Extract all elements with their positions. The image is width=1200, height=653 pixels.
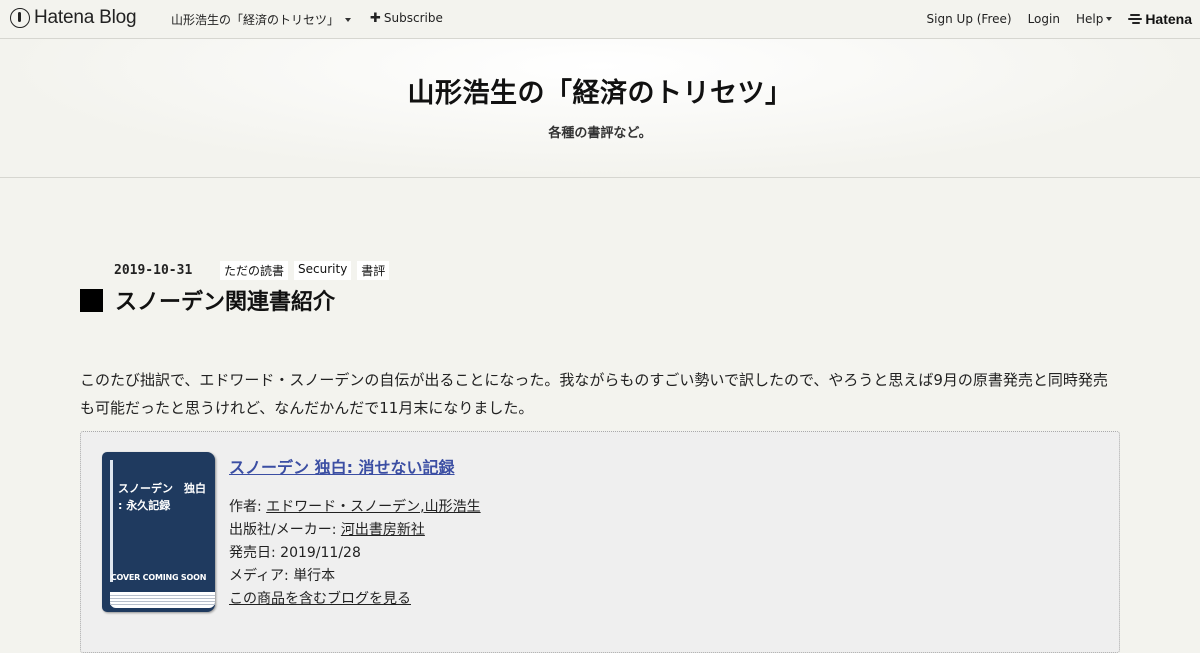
book-cover-title: スノーデン 独白 : 永久記録	[118, 482, 206, 512]
release-date-line: 発売日: 2019/11/28	[229, 542, 481, 565]
media-line: メディア: 単行本	[229, 565, 481, 588]
category-link[interactable]: Security	[294, 261, 352, 280]
blog-header: 山形浩生の「経済のトリセツ」 各種の書評など。	[0, 39, 1200, 178]
help-label: Help	[1075, 12, 1104, 26]
entry-title: スノーデン関連書紹介	[80, 284, 335, 316]
subscribe-button[interactable]: ✚ Subscribe	[370, 11, 443, 25]
author-label: 作者:	[229, 499, 267, 515]
entry-date[interactable]: 2019-10-31	[114, 263, 192, 278]
plus-icon: ✚	[370, 10, 381, 26]
release-label: 発売日:	[229, 545, 281, 561]
entry-body: このたび拙訳で、エドワード・スノーデンの自伝が出ることになった。我ながらものすご…	[80, 371, 1108, 417]
category-link[interactable]: 書評	[357, 261, 390, 280]
product-card: スノーデン 独白 : 永久記録 COVER COMING SOON スノーデン …	[80, 431, 1120, 653]
product-info: スノーデン 独白: 消せない記録 作者: エドワード・スノーデン,山形浩生 出版…	[229, 454, 481, 611]
product-meta: 作者: エドワード・スノーデン,山形浩生 出版社/メーカー: 河出書房新社 発売…	[229, 496, 481, 611]
brand-text: Hatena Blog	[34, 7, 137, 28]
blog-description: 各種の書評など。	[548, 126, 652, 141]
author-line: 作者: エドワード・スノーデン,山形浩生	[229, 496, 481, 519]
hatena-logo[interactable]: Hatena	[1128, 11, 1192, 27]
blog-link-line: この商品を含むブログを見る	[229, 588, 481, 611]
right-navigation: Sign Up (Free) Login Help Hatena	[911, 11, 1200, 27]
hatena-blog-icon	[10, 8, 30, 28]
help-menu[interactable]: Help	[1075, 12, 1113, 26]
chevron-down-icon	[1106, 17, 1113, 21]
publisher-line: 出版社/メーカー: 河出書房新社	[229, 519, 481, 542]
hatena-label: Hatena	[1145, 11, 1192, 27]
login-link[interactable]: Login	[1028, 12, 1060, 26]
book-cover-image[interactable]: スノーデン 独白 : 永久記録 COVER COMING SOON	[102, 452, 215, 612]
top-navigation-bar: Hatena Blog 山形浩生の「経済のトリセツ」 ✚ Subscribe S…	[0, 0, 1200, 39]
media-label: メディア:	[229, 568, 294, 584]
square-bullet-icon	[80, 288, 103, 312]
related-blogs-link[interactable]: この商品を含むブログを見る	[229, 591, 411, 607]
entry-title-text[interactable]: スノーデン関連書紹介	[115, 284, 335, 316]
subscribe-label: Subscribe	[383, 11, 443, 25]
blog-menu-label: 山形浩生の「経済のトリセツ」	[171, 13, 340, 27]
publisher-link[interactable]: 河出書房新社	[341, 522, 425, 538]
publisher-label: 出版社/メーカー:	[229, 522, 341, 538]
media-value: 単行本	[293, 568, 336, 584]
book-cover-footer: COVER COMING SOON	[110, 573, 207, 582]
entry-categories: ただの読書 Security 書評	[220, 261, 390, 280]
book-spine	[110, 460, 113, 582]
release-value: 2019/11/28	[280, 545, 361, 561]
hatena-blog-logo[interactable]: Hatena Blog	[10, 7, 137, 29]
product-title-link[interactable]: スノーデン 独白: 消せない記録	[229, 454, 481, 478]
category-link[interactable]: ただの読書	[220, 261, 289, 280]
chevron-down-icon	[345, 17, 352, 22]
author-link[interactable]: エドワード・スノーデン,山形浩生	[266, 499, 480, 515]
book-pages	[110, 592, 215, 608]
blog-menu[interactable]: 山形浩生の「経済のトリセツ」	[171, 11, 352, 28]
signup-link[interactable]: Sign Up (Free)	[927, 12, 1012, 26]
blog-title[interactable]: 山形浩生の「経済のトリセツ」	[0, 71, 1200, 110]
hatena-icon	[1128, 14, 1143, 24]
